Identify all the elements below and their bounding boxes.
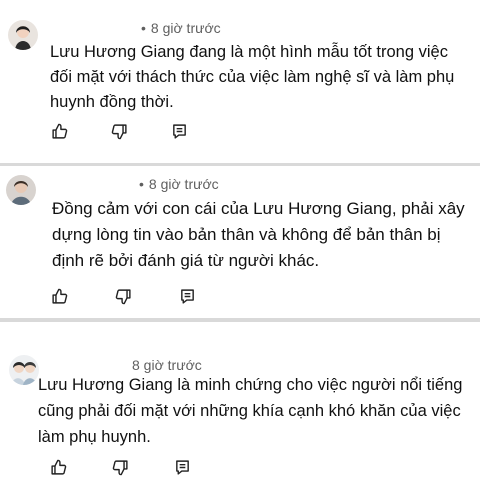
thumbs-down-icon [111,123,127,139]
like-button[interactable] [50,122,68,140]
reply-button[interactable] [173,458,191,476]
thumbs-up-icon [50,459,66,475]
dislike-button[interactable] [114,287,132,305]
comment-time[interactable]: 8 giờ trước [151,20,221,36]
reply-button[interactable] [178,287,196,305]
reply-icon [175,459,189,475]
thumbs-down-icon [112,459,128,475]
comment-actions [50,287,196,305]
reply-icon [180,288,194,304]
comment-card: 8 giờ trước Lưu Hương Giang là minh chứn… [0,322,480,480]
comment-text: Đồng cảm với con cái của Lưu Hương Giang… [52,199,465,270]
user-avatar[interactable] [6,175,36,205]
thumbs-up-icon [51,288,67,304]
thumbs-up-icon [51,123,67,139]
reply-button[interactable] [170,122,188,140]
comment-meta: 8 giờ trước [132,357,202,373]
comment-meta: • 8 giờ trước [141,20,221,36]
user-avatar[interactable] [8,20,38,50]
comment-text: Lưu Hương Giang là minh chứng cho việc n… [38,376,463,446]
comment-time[interactable]: 8 giờ trước [149,176,219,192]
comment-text: Lưu Hương Giang đang là một hình mẫu tốt… [50,43,455,111]
comment-actions [49,458,191,476]
thumbs-down-icon [115,288,131,304]
comment-card: • 8 giờ trước Đồng cảm với con cái của Lư… [0,166,480,318]
comment-actions [50,122,188,140]
user-avatar[interactable] [9,355,39,385]
comment-meta: • 8 giờ trước [139,176,219,192]
comment-time[interactable]: 8 giờ trước [132,357,202,373]
comment-card: • 8 giờ trước Lưu Hương Giang đang là một… [0,0,480,163]
dislike-button[interactable] [110,122,128,140]
reply-icon [172,123,186,139]
dislike-button[interactable] [111,458,129,476]
like-button[interactable] [49,458,67,476]
like-button[interactable] [50,287,68,305]
